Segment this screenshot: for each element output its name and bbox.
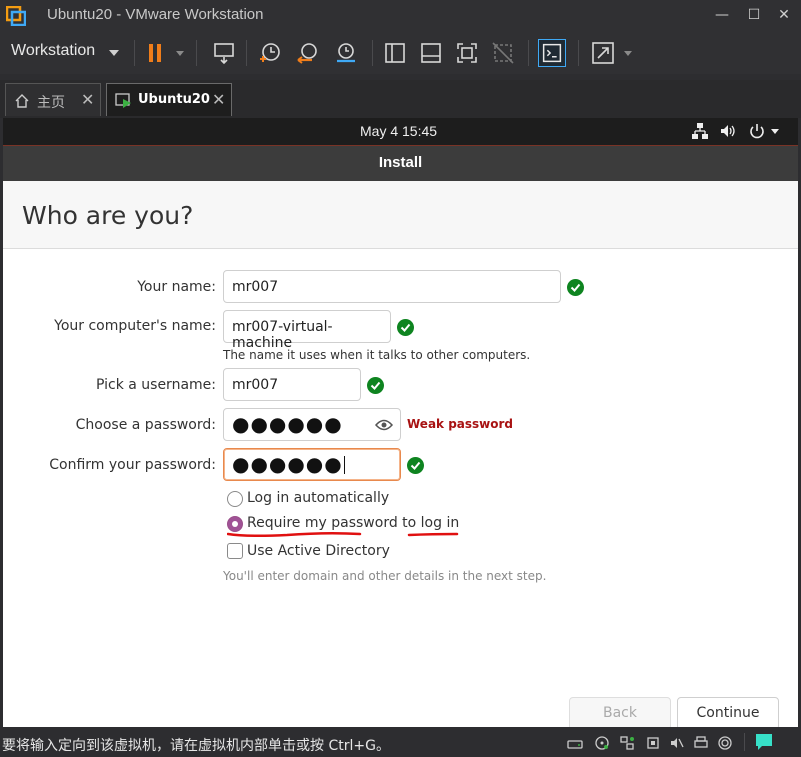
network-icon[interactable] [691,122,709,140]
display-icon[interactable] [717,735,733,751]
toolbar-separator [372,40,373,66]
toolbar-separator [134,40,135,66]
check-icon [567,279,584,296]
close-icon[interactable]: ✕ [81,90,94,109]
show-password-eye-icon[interactable] [375,418,393,432]
status-bar: 要将输入定向到该虚拟机，请在虚拟机内部单击或按 Ctrl+G。 [0,727,801,757]
cd-dvd-icon[interactable] [594,735,610,751]
statusbar-separator [744,733,745,751]
active-directory-hint: You'll enter domain and other details in… [223,569,547,583]
password-label: Choose a password: [75,417,216,433]
pause-icon[interactable] [142,39,170,67]
tab-ubuntu20[interactable]: Ubuntu20 ✕ [106,83,232,116]
confirm-password-input[interactable]: ●●●●●● [223,448,401,481]
password-input[interactable]: ●●●●●● [223,408,401,441]
tab-label: Ubuntu20 [138,92,210,107]
active-directory-label[interactable]: Use Active Directory [247,543,390,559]
toolbar: Workstation [0,32,801,74]
close-icon[interactable]: ✕ [212,90,225,109]
computer-name-input[interactable]: mr007-virtual-machine [223,310,391,351]
auto-login-label[interactable]: Log in automatically [247,490,389,506]
home-icon [15,94,29,108]
snapshot-icon[interactable] [256,39,284,67]
thumbnail-view-icon[interactable] [417,39,445,67]
confirm-password-label: Confirm your password: [49,457,216,473]
page-title: Who are you? [22,201,194,230]
password-strength-label: Weak password [407,417,514,431]
usb-icon[interactable] [645,735,661,751]
fullscreen-icon[interactable] [453,39,481,67]
stretch-guest-icon[interactable] [589,39,617,67]
username-label: Pick a username: [95,377,216,393]
send-keys-icon[interactable] [210,39,238,67]
printer-icon[interactable] [693,735,709,751]
vmware-logo-icon [6,6,26,26]
title-bar: Ubuntu20 - VMware Workstation — ☐ ✕ [0,0,801,32]
network-adapter-icon[interactable] [619,735,635,751]
check-icon [397,319,414,336]
auto-login-radio[interactable] [227,491,243,507]
maximize-button[interactable]: ☐ [741,4,767,26]
chevron-down-icon[interactable] [624,51,632,56]
power-icon[interactable] [748,122,766,140]
confirm-password-value: ●●●●●● [232,452,343,476]
status-message: 要将输入定向到该虚拟机，请在虚拟机内部单击或按 Ctrl+G。 [2,738,390,754]
chevron-down-icon[interactable] [176,51,184,56]
guest-top-bar: May 4 15:45 [3,118,798,145]
unity-mode-icon[interactable] [489,39,517,67]
username-input[interactable]: mr007 [223,368,361,401]
window-title: Ubuntu20 - VMware Workstation [47,6,264,23]
workstation-menu[interactable]: Workstation [11,42,95,60]
name-input[interactable]: mr007 [223,270,561,303]
revert-snapshot-icon[interactable] [294,39,322,67]
vm-screen[interactable]: May 4 15:45 Install Who are you? Your na… [3,118,798,727]
chevron-down-icon[interactable] [109,50,119,56]
clock[interactable]: May 4 15:45 [360,123,437,139]
hard-disk-icon[interactable] [567,735,583,751]
back-button[interactable]: Back [569,697,671,727]
close-window-button[interactable]: ✕ [771,4,797,26]
vm-play-icon [115,93,131,108]
check-icon [367,377,384,394]
sidebar-view-icon[interactable] [381,39,409,67]
tab-label: 主页 [37,95,65,111]
tab-home[interactable]: 主页 ✕ [5,83,101,116]
annotation-underline [227,531,459,538]
toolbar-separator [196,40,197,66]
toolbar-separator [578,40,579,66]
tab-bar: 主页 ✕ Ubuntu20 ✕ [0,80,801,118]
computer-name-label: Your computer's name: [54,318,216,334]
chevron-down-icon[interactable] [771,129,779,134]
active-directory-checkbox[interactable] [227,543,243,559]
console-view-icon[interactable] [538,39,566,67]
minimize-button[interactable]: — [709,4,735,26]
password-dots: ●●●●●● [232,412,343,436]
toolbar-separator [246,40,247,66]
installer-header: Install [3,145,798,181]
confirm-password-dots: ●●●●●● [232,452,345,476]
message-log-icon[interactable] [755,733,773,751]
page-header: Who are you? [3,181,798,249]
continue-button[interactable]: Continue [677,697,779,727]
toolbar-separator [528,40,529,66]
sound-card-icon[interactable] [669,735,685,751]
check-icon [407,457,424,474]
snapshot-manager-icon[interactable] [332,39,360,67]
text-cursor [343,456,345,474]
volume-icon[interactable] [719,122,737,140]
name-label: Your name: [137,279,216,295]
computer-name-hint: The name it uses when it talks to other … [223,348,531,362]
